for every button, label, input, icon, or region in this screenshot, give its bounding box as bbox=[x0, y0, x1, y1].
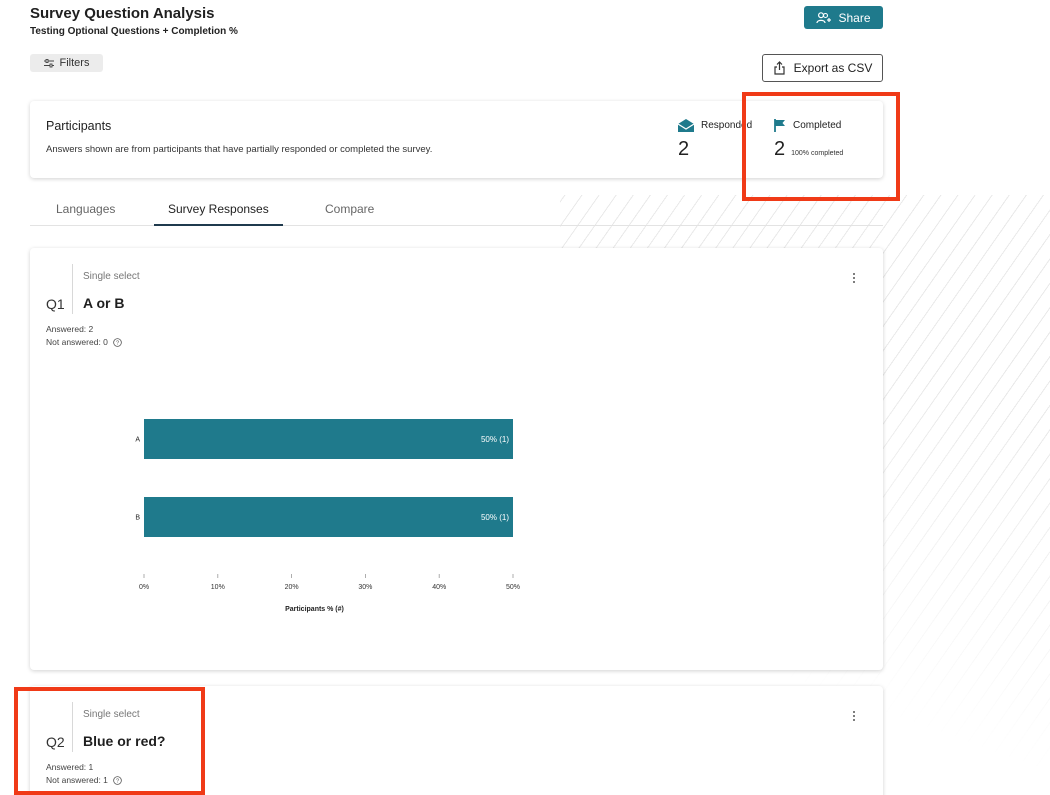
completed-value: 2 bbox=[774, 138, 786, 160]
filters-button[interactable]: Filters bbox=[30, 54, 103, 72]
question-card-q2: Single select Q2 Blue or red? Answered: … bbox=[30, 686, 883, 795]
envelope-open-icon bbox=[678, 119, 694, 132]
export-csv-label: Export as CSV bbox=[793, 61, 873, 75]
chart-category-label: A bbox=[135, 437, 140, 444]
chart-bar bbox=[144, 497, 513, 537]
tab-languages[interactable]: Languages bbox=[42, 202, 129, 226]
export-csv-button[interactable]: Export as CSV bbox=[762, 54, 883, 82]
sliders-icon bbox=[43, 58, 54, 67]
completed-percentage: 100% completed bbox=[791, 150, 844, 157]
completed-stat: Completed 2 100% completed bbox=[774, 119, 843, 161]
more-options-icon[interactable] bbox=[848, 709, 860, 723]
tab-bar: Languages Survey Responses Compare bbox=[30, 196, 883, 226]
question-card-q1: Single select Q1 A or B Answered: 2 Not … bbox=[30, 248, 883, 670]
page-subtitle: Testing Optional Questions + Completion … bbox=[30, 26, 238, 37]
help-icon[interactable]: ? bbox=[113, 776, 123, 785]
not-answered-count: Not answered: 1 bbox=[46, 775, 108, 785]
chart-bar bbox=[144, 419, 513, 459]
responded-value: 2 bbox=[678, 138, 690, 160]
share-button[interactable]: Share bbox=[804, 6, 883, 29]
flag-icon bbox=[774, 119, 785, 132]
chart-category-label: B bbox=[135, 515, 140, 522]
completed-label: Completed bbox=[793, 120, 842, 131]
add-user-icon bbox=[816, 11, 832, 23]
question-stats: Answered: 1 Not answered: 1 ? bbox=[46, 761, 123, 787]
chart-data-label: 50% (1) bbox=[481, 513, 509, 522]
tab-survey-responses[interactable]: Survey Responses bbox=[154, 202, 283, 226]
chart-tick-label: 10% bbox=[211, 584, 225, 591]
participants-description: Answers shown are from participants that… bbox=[46, 144, 433, 155]
upload-icon bbox=[774, 61, 785, 75]
chart-tick-label: 20% bbox=[285, 584, 299, 591]
chart-tick-label: 50% bbox=[506, 584, 520, 591]
page-title: Survey Question Analysis bbox=[30, 5, 215, 22]
chart-tick-label: 30% bbox=[358, 584, 372, 591]
question-number: Q2 bbox=[46, 734, 65, 750]
q1-bar-chart: A 50% (1) B 50% (1) 0% 10% 20% 30% 40% 50% Partici… bbox=[135, 419, 520, 613]
chart-data-label: 50% (1) bbox=[481, 435, 509, 444]
chart-axis-title: Participants % (#) bbox=[285, 606, 344, 613]
chart-tick-label: 0% bbox=[139, 584, 149, 591]
chart-tick-label: 40% bbox=[432, 584, 446, 591]
responded-stat: Responded 2 bbox=[678, 119, 752, 161]
answered-count: Answered: 1 bbox=[46, 762, 94, 772]
tab-compare[interactable]: Compare bbox=[311, 202, 388, 226]
filters-button-label: Filters bbox=[59, 57, 90, 69]
responded-label: Responded bbox=[701, 120, 753, 131]
question-divider bbox=[72, 702, 73, 752]
participants-card: Participants Answers shown are from part… bbox=[30, 101, 883, 178]
question-type: Single select bbox=[83, 709, 140, 720]
participants-title: Participants bbox=[46, 119, 112, 133]
question-title: Blue or red? bbox=[83, 733, 166, 749]
share-button-label: Share bbox=[838, 10, 871, 25]
